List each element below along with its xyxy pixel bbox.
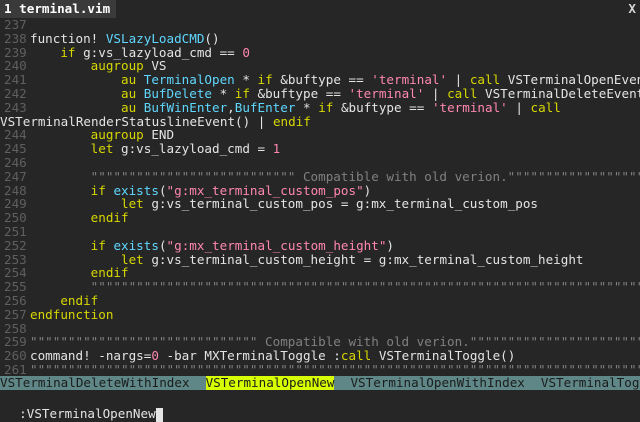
code-text: augroup VS bbox=[90, 58, 167, 74]
code-text: endfunction bbox=[30, 306, 114, 322]
code-line: 250 endif bbox=[0, 211, 640, 225]
code-text: if g:vs_lazyload_cmd == 0 bbox=[60, 44, 250, 60]
command-line[interactable]: :VSTerminalOpenNew bbox=[0, 390, 640, 422]
code-text: command! -nargs=0 -bar MXTerminalToggle … bbox=[30, 348, 516, 364]
line-number: 245 bbox=[4, 141, 27, 157]
line-number: 244 bbox=[4, 127, 27, 143]
code-text: """"""""""""""""""""""""""""""""""""""""… bbox=[30, 279, 640, 295]
code-line: 240 augroup VS bbox=[0, 59, 640, 73]
code-line: 242 au BufDelete * if &buftype == 'termi… bbox=[0, 87, 640, 101]
code-text: augroup END bbox=[90, 127, 175, 143]
line-number: 257 bbox=[4, 306, 27, 322]
line-number: 240 bbox=[4, 58, 27, 74]
code-text: if exists("g:mx_terminal_custom_pos") bbox=[90, 182, 372, 198]
code-text: if exists("g:mx_terminal_custom_height") bbox=[90, 237, 395, 253]
line-number: 248 bbox=[4, 182, 27, 198]
code-text: """"""""""""""""""""""""""" Compatible w… bbox=[90, 168, 640, 184]
line-number: 241 bbox=[4, 72, 27, 88]
code-text: endif bbox=[90, 210, 129, 226]
line-number: 252 bbox=[4, 237, 27, 253]
code-text: let g:vs_terminal_custom_height = g:mx_t… bbox=[121, 251, 584, 267]
code-line: 237 bbox=[0, 18, 640, 32]
wildmenu-item[interactable]: VSTerminalOpenWithIndex bbox=[350, 376, 524, 390]
line-number: 258 bbox=[4, 320, 27, 336]
code-text: let g:vs_lazyload_cmd = 1 bbox=[90, 141, 281, 157]
wildmenu-item[interactable]: VSTerminalToggle bbox=[541, 376, 640, 390]
code-line: 249 let g:vs_terminal_custom_pos = g:mx_… bbox=[0, 197, 640, 211]
code-text: """"""""""""""""""""""""""""""""""""""""… bbox=[30, 361, 640, 376]
code-line: 260 command! -nargs=0 -bar MXTerminalTogg… bbox=[0, 349, 640, 363]
code-text: au BufDelete * if &buftype == 'terminal'… bbox=[121, 85, 640, 101]
code-text-wrapped: VSTerminalRenderStatuslineEvent() | endi… bbox=[0, 113, 311, 129]
line-number: 238 bbox=[4, 30, 27, 46]
code-line: 257 endfunction bbox=[0, 306, 640, 322]
code-line: 245 let g:vs_lazyload_cmd = 1 bbox=[0, 142, 640, 156]
code-line: 246 bbox=[0, 156, 640, 170]
line-number: 255 bbox=[4, 279, 27, 295]
line-number: 259 bbox=[4, 334, 27, 350]
line-number: 249 bbox=[4, 196, 27, 212]
line-number: 239 bbox=[4, 44, 27, 60]
code-line: 253 let g:vs_terminal_custom_height = g:… bbox=[0, 251, 640, 267]
code-line: VSTerminalRenderStatuslineEvent() | endi… bbox=[0, 113, 640, 129]
line-number: 253 bbox=[4, 251, 27, 267]
code-line: 256 endif bbox=[0, 294, 640, 308]
wildmenu: VSTerminalDeleteWithIndex VSTerminalOpenN… bbox=[0, 376, 640, 390]
code-text: endif bbox=[60, 292, 99, 308]
code-line: 247 """"""""""""""""""""""""""" Compatib… bbox=[0, 168, 640, 184]
code-line: 259 """""""""""""""""""""""""""""" Compat… bbox=[0, 335, 640, 349]
code-line: 244 augroup END bbox=[0, 128, 640, 142]
code-line: 258 bbox=[0, 320, 640, 336]
line-number: 254 bbox=[4, 265, 27, 281]
line-number: 260 bbox=[4, 348, 27, 364]
tab-terminal-vim[interactable]: 1 terminal.vim bbox=[0, 0, 117, 18]
cursor bbox=[155, 407, 163, 422]
code-text: au BufWinEnter,BufEnter * if &buftype ==… bbox=[121, 99, 561, 115]
code-text: endif bbox=[90, 265, 129, 281]
line-number: 246 bbox=[4, 154, 27, 170]
line-number: 237 bbox=[4, 18, 27, 32]
line-number: 243 bbox=[4, 99, 27, 115]
tabline: 1 terminal.vim X bbox=[0, 0, 640, 18]
code-line: 248 if exists("g:mx_terminal_custom_pos"… bbox=[0, 182, 640, 198]
line-number: 247 bbox=[4, 168, 27, 184]
close-tab-button[interactable]: X bbox=[628, 0, 636, 18]
code-text: """""""""""""""""""""""""""""" Compatibl… bbox=[30, 334, 640, 350]
code-line: 241 au TerminalOpen * if &buftype == 'te… bbox=[0, 73, 640, 87]
line-number: 242 bbox=[4, 85, 27, 101]
wildmenu-item[interactable]: VSTerminalDeleteWithIndex bbox=[0, 376, 190, 390]
line-number: 256 bbox=[4, 292, 27, 308]
code-text: au TerminalOpen * if &buftype == 'termin… bbox=[121, 72, 640, 88]
code-text: let g:vs_terminal_custom_pos = g:mx_term… bbox=[121, 196, 539, 212]
wildmenu-item[interactable]: VSTerminalOpenNew bbox=[205, 376, 335, 390]
command-line-text: :VSTerminalOpenNew bbox=[19, 406, 156, 421]
line-number: 251 bbox=[4, 223, 27, 239]
code-line: 239 if g:vs_lazyload_cmd == 0 bbox=[0, 44, 640, 60]
code-line: 254 endif bbox=[0, 266, 640, 280]
code-line: 252 if exists("g:mx_terminal_custom_heig… bbox=[0, 237, 640, 253]
code-line: 255 """"""""""""""""""""""""""""""""""""… bbox=[0, 280, 640, 294]
code-line: 243 au BufWinEnter,BufEnter * if &buftyp… bbox=[0, 99, 640, 115]
code-text: function! VSLazyLoadCMD() bbox=[30, 30, 220, 46]
line-number: 250 bbox=[4, 210, 27, 226]
editor-buffer[interactable]: 237 238 function! VSLazyLoadCMD() 239 if g:… bbox=[0, 18, 640, 376]
code-line: 251 bbox=[0, 225, 640, 239]
code-line: 238 function! VSLazyLoadCMD() bbox=[0, 30, 640, 46]
